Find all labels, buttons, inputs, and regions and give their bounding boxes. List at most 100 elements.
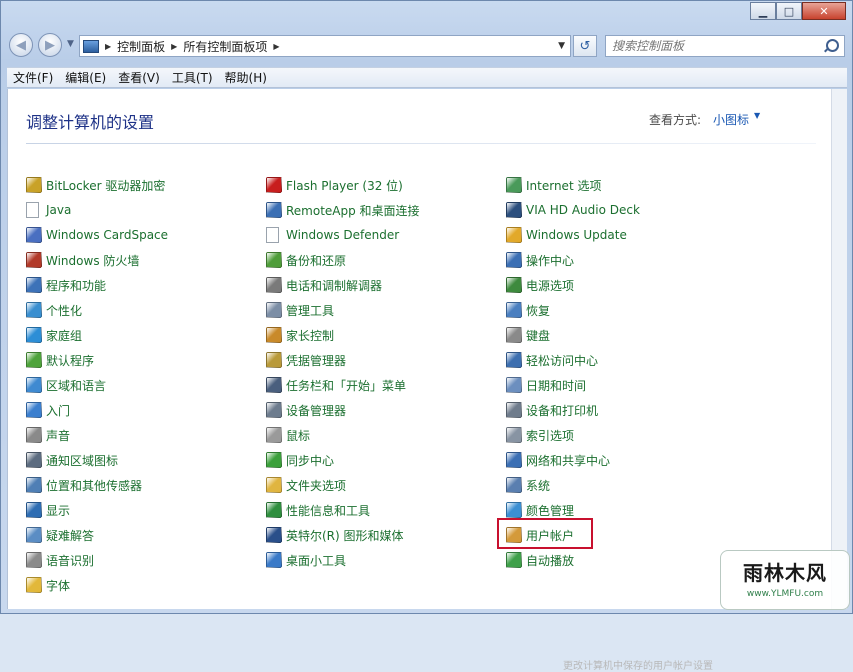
power-options-icon	[506, 277, 522, 293]
search-box[interactable]	[605, 35, 845, 57]
cp-item[interactable]: VIA HD Audio Deck	[506, 201, 640, 219]
fonts-icon	[26, 577, 42, 593]
cp-item[interactable]: 电话和调制解调器	[266, 276, 382, 294]
display-icon	[26, 502, 42, 518]
cp-item[interactable]: Java	[26, 201, 71, 219]
cp-item[interactable]: Windows CardSpace	[26, 226, 168, 244]
cp-item[interactable]: 恢复	[506, 301, 550, 319]
view-by-label: 查看方式:	[649, 113, 702, 127]
menu-edit[interactable]: 编辑(E)	[59, 69, 112, 86]
cp-item[interactable]: 区域和语言	[26, 376, 106, 394]
cp-item[interactable]: 任务栏和「开始」菜单	[266, 376, 406, 394]
cp-item[interactable]: 疑难解答	[26, 526, 94, 544]
cp-item[interactable]: 家庭组	[26, 326, 82, 344]
cp-item[interactable]: 索引选项	[506, 426, 574, 444]
cp-item[interactable]: Windows 防火墙	[26, 251, 139, 269]
keyboard-icon	[506, 327, 522, 343]
cp-item[interactable]: 电源选项	[506, 276, 574, 294]
performance-icon	[266, 502, 282, 518]
cp-item[interactable]: 文件夹选项	[266, 476, 346, 494]
autoplay-icon	[506, 552, 522, 568]
cp-item-label: 程序和功能	[46, 278, 107, 293]
cp-item[interactable]: 入门	[26, 401, 70, 419]
backup-icon	[266, 252, 282, 268]
cp-item[interactable]: 家长控制	[266, 326, 334, 344]
forward-button[interactable]: ▶	[38, 33, 62, 57]
cp-item[interactable]: 操作中心	[506, 251, 574, 269]
breadcrumb-all-items[interactable]: 所有控制面板项	[183, 38, 267, 55]
cp-item[interactable]: 字体	[26, 576, 70, 594]
network-icon	[506, 452, 522, 468]
cp-item[interactable]: 凭据管理器	[266, 351, 346, 369]
cp-item[interactable]: Flash Player (32 位)	[266, 176, 403, 194]
cp-item[interactable]: 系统	[506, 476, 550, 494]
cp-item[interactable]: 默认程序	[26, 351, 94, 369]
maximize-button[interactable]: □	[776, 2, 802, 20]
cp-item[interactable]: 桌面小工具	[266, 551, 346, 569]
cp-item[interactable]: 声音	[26, 426, 70, 444]
search-input[interactable]	[612, 37, 812, 55]
cp-item[interactable]: 程序和功能	[26, 276, 106, 294]
vertical-scrollbar[interactable]	[831, 89, 847, 609]
cp-item[interactable]: 个性化	[26, 301, 82, 319]
recovery-icon	[506, 302, 522, 318]
cp-item[interactable]: Windows Update	[506, 226, 627, 244]
troubleshooting-icon	[26, 527, 42, 543]
cp-item[interactable]: 颜色管理	[506, 501, 574, 519]
cp-item-label: 文件夹选项	[286, 478, 347, 493]
cp-item[interactable]: 英特尔(R) 图形和媒体	[266, 526, 404, 544]
cp-item-label: 家庭组	[46, 328, 83, 343]
breadcrumb-separator-icon[interactable]: ▶	[171, 42, 177, 51]
breadcrumb-separator-icon[interactable]: ▶	[273, 42, 279, 51]
cp-item-label: 任务栏和「开始」菜单	[286, 378, 407, 393]
cp-item[interactable]: Windows Defender	[266, 226, 399, 244]
address-bar[interactable]: ▶ 控制面板 ▶ 所有控制面板项 ▶ ▼	[79, 35, 571, 57]
refresh-icon: ↺	[579, 38, 591, 54]
watermark-title: 雨林木风	[743, 561, 827, 585]
cp-item[interactable]: 鼠标	[266, 426, 310, 444]
menu-help[interactable]: 帮助(H)	[219, 69, 273, 86]
cp-item[interactable]: Internet 选项	[506, 176, 601, 194]
recent-pages-dropdown[interactable]: ▼	[67, 39, 74, 49]
cp-item[interactable]: 设备管理器	[266, 401, 346, 419]
cp-item[interactable]: 显示	[26, 501, 70, 519]
cp-item[interactable]: 语音识别	[26, 551, 94, 569]
cp-item-label: 键盘	[526, 328, 551, 343]
minimize-button[interactable]: ▁	[750, 2, 776, 20]
cp-item[interactable]: 设备和打印机	[506, 401, 598, 419]
menu-tools[interactable]: 工具(T)	[166, 69, 219, 86]
cp-item[interactable]: 键盘	[506, 326, 550, 344]
cp-item-label: 轻松访问中心	[526, 353, 599, 368]
view-by-selector[interactable]: 小图标	[713, 111, 749, 128]
cp-item[interactable]: RemoteApp 和桌面连接	[266, 201, 420, 219]
cp-item[interactable]: 备份和还原	[266, 251, 346, 269]
cp-item[interactable]: BitLocker 驱动器加密	[26, 176, 165, 194]
cp-item[interactable]: 位置和其他传感器	[26, 476, 142, 494]
personalization-icon	[26, 302, 42, 318]
cp-item-label: Windows Update	[526, 228, 627, 242]
system-icon	[506, 477, 522, 493]
cp-item[interactable]: 性能信息和工具	[266, 501, 370, 519]
menu-view[interactable]: 查看(V)	[112, 69, 166, 86]
search-icon[interactable]	[826, 39, 839, 52]
menu-file[interactable]: 文件(F)	[7, 69, 59, 86]
back-button[interactable]: ◀	[9, 33, 33, 57]
ease-of-access-icon	[506, 352, 522, 368]
refresh-button[interactable]: ↺	[573, 35, 597, 57]
default-programs-icon	[26, 352, 42, 368]
cp-item[interactable]: 日期和时间	[506, 376, 586, 394]
breadcrumb-control-panel[interactable]: 控制面板	[117, 38, 165, 55]
cp-item[interactable]: 通知区域图标	[26, 451, 118, 469]
close-button[interactable]: ✕	[802, 2, 846, 20]
view-by-dropdown-icon[interactable]: ▼	[754, 111, 760, 120]
cp-item[interactable]: 同步中心	[266, 451, 334, 469]
cp-item-label: Flash Player (32 位)	[286, 178, 403, 193]
cp-item[interactable]: 轻松访问中心	[506, 351, 598, 369]
cp-item[interactable]: 自动播放	[506, 551, 574, 569]
cp-item[interactable]: 网络和共享中心	[506, 451, 610, 469]
cp-item-label: 网络和共享中心	[526, 453, 611, 468]
cp-item[interactable]: 管理工具	[266, 301, 334, 319]
breadcrumb-separator-icon[interactable]: ▶	[105, 42, 111, 51]
address-dropdown-icon[interactable]: ▼	[558, 41, 565, 51]
cp-item-label: 入门	[46, 403, 71, 418]
